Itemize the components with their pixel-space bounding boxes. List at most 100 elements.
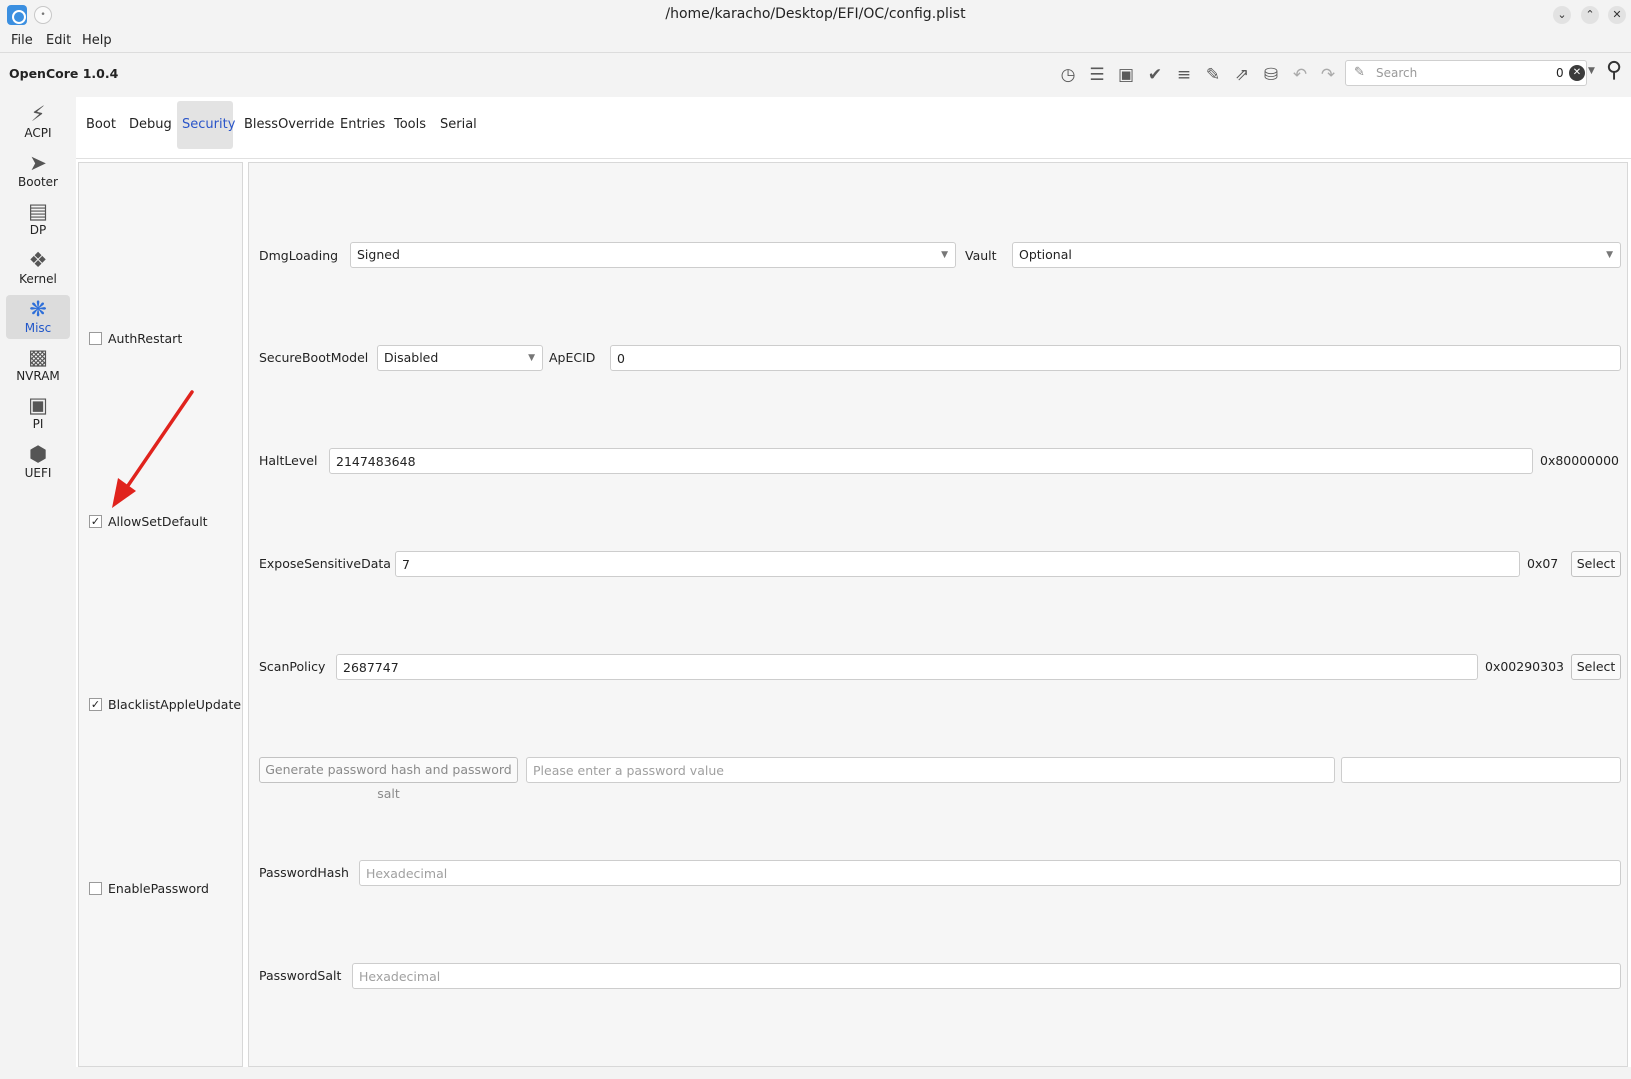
generate-password-button[interactable]: Generate password hash and password salt bbox=[259, 757, 518, 801]
sidebar-item-pi[interactable]: ▣ PI bbox=[6, 391, 70, 435]
dmgloading-value: Signed bbox=[357, 247, 400, 262]
menu-file[interactable]: File bbox=[11, 33, 33, 48]
vault-value: Optional bbox=[1019, 247, 1072, 262]
checkbox-box[interactable] bbox=[89, 882, 102, 895]
sidebar-item-nvram[interactable]: ▩ NVRAM bbox=[6, 343, 70, 387]
sidebar-item-booter[interactable]: ➤ Booter bbox=[6, 149, 70, 193]
sidebar-item-acpi[interactable]: ⚡ ACPI bbox=[6, 100, 70, 144]
chevron-down-icon: ▼ bbox=[528, 353, 535, 363]
list-circle-icon[interactable]: ≡ bbox=[1173, 64, 1195, 86]
passwordhash-input[interactable] bbox=[359, 860, 1621, 886]
export-icon[interactable]: ⇗ bbox=[1231, 64, 1253, 86]
database-icon[interactable]: ⛁ bbox=[1260, 64, 1282, 86]
enablepassword-checkbox[interactable]: EnablePassword bbox=[89, 881, 209, 897]
search-icon[interactable]: ⚲ bbox=[1606, 58, 1622, 83]
tab-tools[interactable]: Tools bbox=[389, 101, 431, 149]
cubes-icon: ❋ bbox=[29, 297, 47, 321]
sidebar-item-label: Booter bbox=[18, 175, 58, 189]
tab-boot[interactable]: Boot bbox=[81, 101, 121, 149]
apecid-label: ApECID bbox=[549, 350, 596, 365]
exposesensitivedata-label: ExposeSensitiveData bbox=[259, 556, 391, 571]
maximize-icon[interactable]: ⌃ bbox=[1581, 6, 1599, 24]
search-dropdown-icon[interactable]: ▼ bbox=[1588, 66, 1595, 76]
exposesensitivedata-select-button[interactable]: Select bbox=[1571, 551, 1621, 577]
sidebar bbox=[0, 97, 76, 1067]
password-input[interactable] bbox=[526, 757, 1335, 783]
checkbox-label: AllowSetDefault bbox=[108, 514, 208, 529]
checkbox-box[interactable] bbox=[89, 332, 102, 345]
sidebar-item-kernel[interactable]: ❖ Kernel bbox=[6, 246, 70, 290]
securebootmodel-select[interactable]: Disabled ▼ bbox=[377, 345, 543, 371]
search-broom-icon: ✎ bbox=[1354, 65, 1365, 80]
list-icon[interactable]: ☰ bbox=[1086, 64, 1108, 86]
scanpolicy-hex: 0x00290303 bbox=[1485, 659, 1564, 674]
haltlevel-input[interactable] bbox=[329, 448, 1533, 474]
scanpolicy-label: ScanPolicy bbox=[259, 659, 326, 674]
chevron-down-icon: ▼ bbox=[941, 250, 948, 260]
checkbox-box[interactable]: ✓ bbox=[89, 698, 102, 711]
dmgloading-label: DmgLoading bbox=[259, 248, 339, 263]
checkbox-label: EnablePassword bbox=[108, 881, 209, 896]
menu-help[interactable]: Help bbox=[82, 33, 112, 48]
sidebar-item-label: UEFI bbox=[24, 466, 52, 480]
box-icon: ⬢ bbox=[28, 442, 48, 466]
edit-config-icon[interactable]: ✎ bbox=[1202, 64, 1224, 86]
kernel-icon: ❖ bbox=[28, 248, 48, 272]
vault-select[interactable]: Optional ▼ bbox=[1012, 242, 1621, 268]
rocket-icon: ➤ bbox=[29, 151, 47, 175]
sidebar-item-label: ACPI bbox=[24, 126, 52, 140]
search-input[interactable] bbox=[1374, 64, 1524, 82]
redo-icon[interactable]: ↷ bbox=[1317, 64, 1339, 86]
exposesensitivedata-hex: 0x07 bbox=[1527, 556, 1559, 571]
gpu-icon: ▤ bbox=[28, 199, 48, 223]
status-bar bbox=[0, 1067, 1631, 1079]
apple-icon: ▣ bbox=[28, 393, 48, 417]
sidebar-item-label: NVRAM bbox=[16, 369, 60, 383]
chip-icon: ▩ bbox=[28, 345, 48, 369]
passwordsalt-input[interactable] bbox=[352, 963, 1621, 989]
sidebar-item-uefi[interactable]: ⬢ UEFI bbox=[6, 440, 70, 484]
scanpolicy-select-button[interactable]: Select bbox=[1571, 654, 1621, 680]
tab-security[interactable]: Security bbox=[177, 101, 235, 149]
securebootmodel-value: Disabled bbox=[384, 350, 439, 365]
authrestart-checkbox[interactable]: AuthRestart bbox=[89, 331, 182, 347]
passwordhash-label: PasswordHash bbox=[259, 865, 349, 880]
clock-icon[interactable]: ◷ bbox=[1057, 64, 1079, 86]
checkbox-box[interactable]: ✓ bbox=[89, 515, 102, 528]
window-title: /home/karacho/Desktop/EFI/OC/config.plis… bbox=[665, 6, 966, 22]
blacklistappleupdate-checkbox[interactable]: ✓ BlacklistAppleUpdate bbox=[89, 697, 241, 713]
minimize-icon[interactable]: ⌄ bbox=[1553, 6, 1571, 24]
search-count: 0 bbox=[1556, 66, 1564, 80]
check-circle-icon[interactable]: ✔ bbox=[1144, 64, 1166, 86]
search-box[interactable]: ✎ 0 bbox=[1345, 60, 1587, 86]
save-icon[interactable]: ▣ bbox=[1115, 64, 1137, 86]
sidebar-item-label: Misc bbox=[24, 321, 52, 335]
password-output[interactable] bbox=[1341, 757, 1621, 783]
menu-bar: File Edit Help bbox=[0, 30, 1631, 52]
close-icon[interactable]: ✕ bbox=[1608, 6, 1626, 24]
checkbox-label: BlacklistAppleUpdate bbox=[108, 697, 242, 712]
haltlevel-label: HaltLevel bbox=[259, 453, 318, 468]
tab-debug[interactable]: Debug bbox=[124, 101, 177, 149]
scanpolicy-input[interactable] bbox=[336, 654, 1478, 680]
menu-edit[interactable]: Edit bbox=[46, 33, 71, 48]
exposesensitivedata-input[interactable] bbox=[395, 551, 1520, 577]
checkbox-panel bbox=[78, 162, 243, 1067]
clear-search-icon[interactable]: ✕ bbox=[1569, 65, 1585, 81]
apecid-input[interactable] bbox=[610, 345, 1621, 371]
vault-label: Vault bbox=[965, 248, 997, 263]
lightning-icon: ⚡ bbox=[30, 102, 46, 126]
undo-icon[interactable]: ↶ bbox=[1289, 64, 1311, 86]
sidebar-item-misc[interactable]: ❋ Misc bbox=[6, 295, 70, 339]
sidebar-item-dp[interactable]: ▤ DP bbox=[6, 197, 70, 241]
passwordsalt-label: PasswordSalt bbox=[259, 968, 342, 983]
sidebar-item-label: DP bbox=[29, 223, 47, 237]
haltlevel-hex: 0x80000000 bbox=[1540, 453, 1619, 468]
sidebar-item-label: Kernel bbox=[19, 272, 57, 286]
chevron-down-icon: ▼ bbox=[1606, 250, 1613, 260]
tab-blessoverride[interactable]: BlessOverride bbox=[239, 101, 339, 149]
allowsetdefault-checkbox[interactable]: ✓ AllowSetDefault bbox=[89, 514, 208, 530]
tab-entries[interactable]: Entries bbox=[335, 101, 390, 149]
tab-serial[interactable]: Serial bbox=[435, 101, 482, 149]
dmgloading-select[interactable]: Signed ▼ bbox=[350, 242, 956, 268]
